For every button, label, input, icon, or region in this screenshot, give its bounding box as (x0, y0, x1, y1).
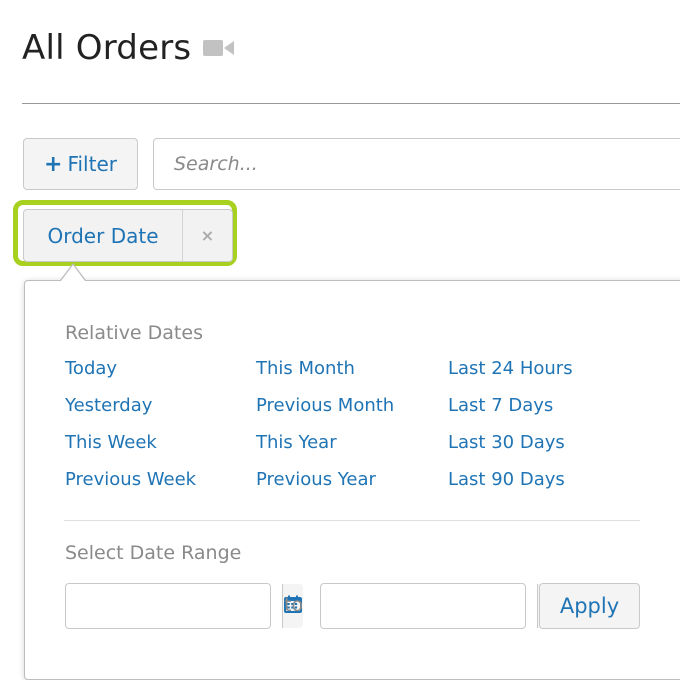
relative-date-yesterday[interactable]: Yesterday (65, 395, 152, 416)
relative-date-last-90-days[interactable]: Last 90 Days (448, 469, 565, 490)
relative-date-today[interactable]: Today (65, 358, 117, 379)
dropdown-divider (64, 520, 640, 521)
apply-date-range-button[interactable]: Apply (539, 583, 640, 629)
date-range-heading: Select Date Range (65, 542, 242, 564)
start-date-group (65, 583, 303, 629)
relative-date-this-year[interactable]: This Year (256, 432, 337, 453)
date-range-to-label: to (284, 594, 304, 616)
page-title-text: All Orders (22, 28, 192, 68)
end-date-input[interactable] (321, 584, 537, 628)
page-title: All Orders (22, 28, 235, 68)
relative-date-previous-year[interactable]: Previous Year (256, 469, 376, 490)
plus-icon: + (44, 151, 63, 177)
filter-button-label: Filter (67, 152, 117, 176)
relative-date-previous-month[interactable]: Previous Month (256, 395, 394, 416)
relative-date-last-24-hours[interactable]: Last 24 Hours (448, 358, 573, 379)
start-date-input[interactable] (66, 584, 282, 628)
relative-dates-heading: Relative Dates (65, 322, 203, 344)
relative-date-previous-week[interactable]: Previous Week (65, 469, 196, 490)
remove-filter-icon[interactable]: × (183, 210, 232, 261)
video-camera-icon[interactable] (203, 38, 235, 58)
dropdown-caret-fill (61, 265, 85, 281)
end-date-group (320, 583, 558, 629)
relative-date-last-7-days[interactable]: Last 7 Days (448, 395, 553, 416)
order-date-filter-label[interactable]: Order Date (24, 210, 183, 261)
title-divider (22, 103, 680, 104)
order-date-filter-chip: Order Date × (23, 209, 233, 262)
relative-date-this-week[interactable]: This Week (65, 432, 157, 453)
search-input[interactable] (153, 138, 680, 190)
relative-date-last-30-days[interactable]: Last 30 Days (448, 432, 565, 453)
add-filter-button[interactable]: + Filter (23, 138, 138, 190)
relative-date-this-month[interactable]: This Month (256, 358, 355, 379)
